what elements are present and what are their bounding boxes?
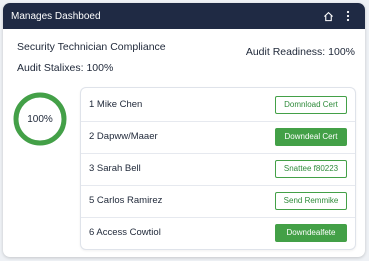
home-icon[interactable]	[321, 9, 335, 23]
list-item: 3 Sarah Bell Snattee f80223	[81, 152, 355, 186]
download-cert-button[interactable]: Domnload Cert	[275, 95, 347, 114]
progress-label: 100%	[27, 113, 53, 125]
send-reminder-button[interactable]: Send Remmike	[275, 191, 347, 210]
list-item: 2 Dapww/Maaer Downdeal Cert	[81, 120, 355, 154]
audit-status: Audit Stalixes: 100%	[17, 62, 114, 74]
dashboard-card: Manages Dashboed Security Technician Com…	[3, 3, 365, 257]
list-item-label: 1 Mike Chen	[89, 99, 143, 110]
compliance-list: 1 Mike Chen Domnload Cert 2 Dapww/Maaer …	[80, 87, 356, 250]
status-button[interactable]: Snattee f80223	[275, 159, 347, 178]
download-cert-button[interactable]: Downdeal Cert	[275, 127, 347, 146]
section-title: Security Technician Compliance	[17, 41, 166, 53]
list-item: 6 Access Cowtiol Downdealfete	[81, 216, 355, 249]
list-item-label: 6 Access Cowtiol	[89, 227, 161, 238]
list-item-label: 2 Dapww/Maaer	[89, 131, 158, 142]
download-button[interactable]: Downdealfete	[275, 223, 347, 242]
list-item-label: 5 Carlos Ramirez	[89, 195, 163, 206]
audit-readiness: Audit Readiness: 100%	[245, 46, 355, 58]
more-vert-icon[interactable]	[341, 9, 355, 23]
list-item-label: 3 Sarah Bell	[89, 163, 141, 174]
list-item: 5 Carlos Ramirez Send Remmike	[81, 184, 355, 218]
list-item: 1 Mike Chen Domnload Cert	[81, 88, 355, 122]
app-title: Manages Dashboed	[11, 10, 101, 22]
compliance-progress-ring: 100%	[12, 91, 68, 147]
top-bar: Manages Dashboed	[3, 3, 365, 29]
